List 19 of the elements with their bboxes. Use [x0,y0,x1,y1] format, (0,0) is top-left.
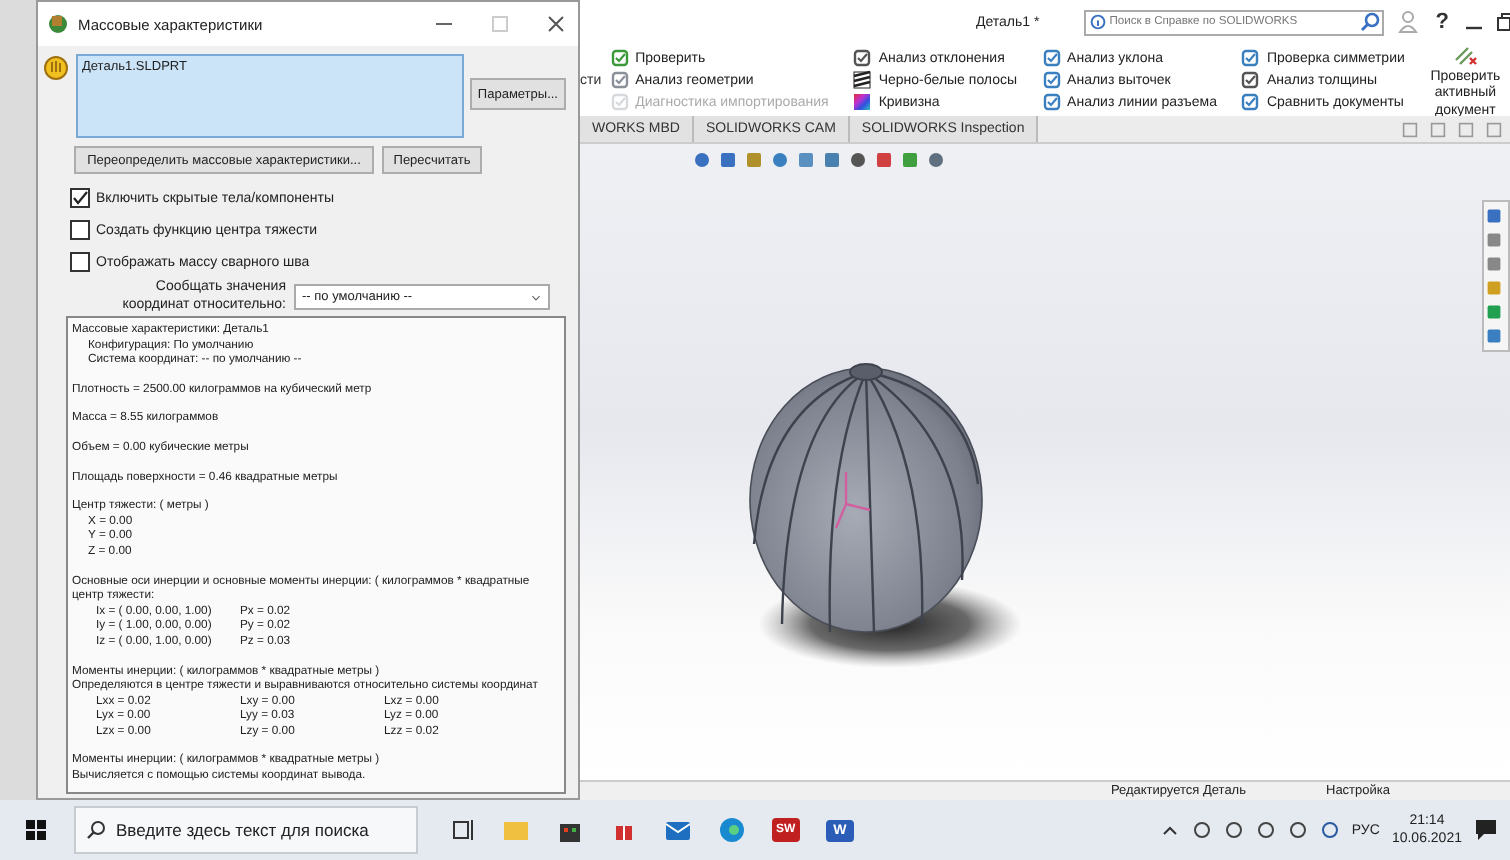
mail-icon[interactable] [664,816,692,844]
windows-logo-icon[interactable] [24,818,48,842]
info-icon [1089,14,1106,30]
check-icon [609,48,630,68]
restore-icon[interactable] [1496,12,1510,32]
caret-icon [530,291,542,303]
checkbox[interactable] [70,252,90,272]
search-icon[interactable] [1359,12,1380,32]
close-icon[interactable] [546,14,566,34]
stripes-icon [852,70,873,90]
help-button[interactable]: ? [1431,10,1453,34]
search-icon [86,820,106,840]
notification-icon[interactable] [1474,818,1498,842]
rainbow-square-icon [852,92,873,112]
checkbox[interactable] [70,188,90,208]
checkbox[interactable] [70,220,90,240]
user-icon[interactable] [1395,10,1420,34]
taskbar-search-field[interactable]: Введите здесь текст для поиска [74,806,418,854]
task-view-icon[interactable] [452,818,476,842]
